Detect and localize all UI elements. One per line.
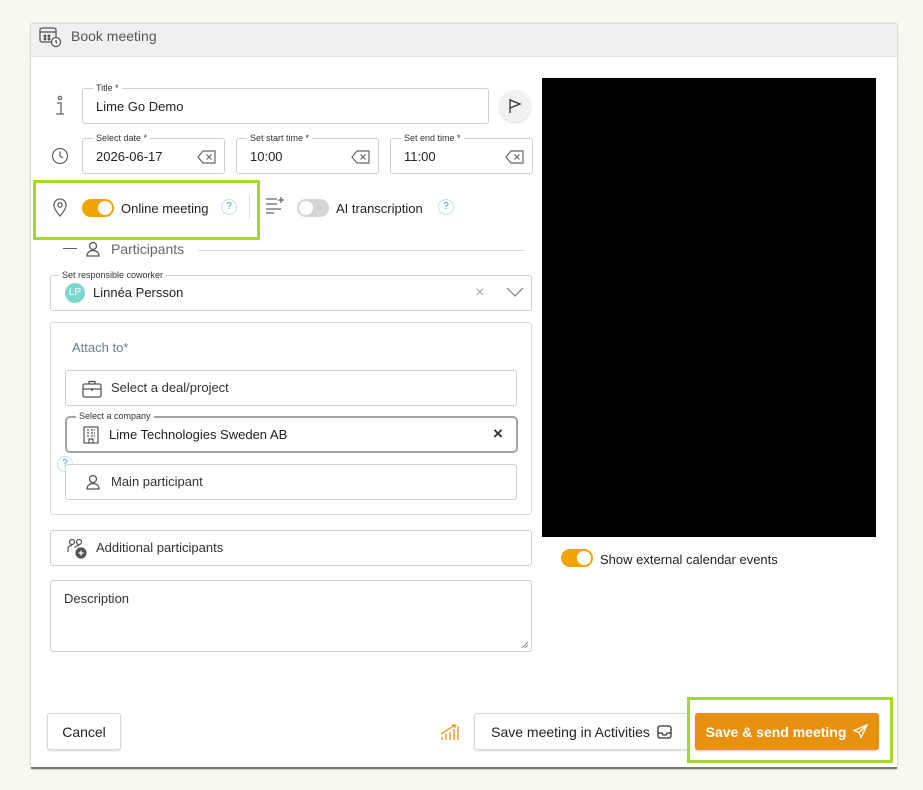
start-time-label: Set start time * bbox=[247, 132, 313, 144]
description-textarea[interactable]: Description bbox=[50, 580, 532, 652]
info-icon bbox=[56, 95, 64, 115]
coworker-field-label: Set responsible coworker bbox=[59, 269, 167, 281]
chevron-down-icon[interactable] bbox=[506, 287, 524, 297]
attach-to-title: Attach to* bbox=[72, 340, 129, 355]
resize-handle-icon[interactable] bbox=[521, 641, 529, 649]
video-preview bbox=[542, 78, 876, 537]
deal-project-placeholder: Select a deal/project bbox=[111, 380, 229, 395]
book-meeting-dialog: Book meeting Title * Lime Go Demo Select… bbox=[31, 24, 897, 769]
company-select[interactable]: Select a company Lime Technologies Swede… bbox=[65, 410, 518, 453]
date-field[interactable]: Select date * 2026-06-17 bbox=[82, 132, 225, 174]
participants-divider bbox=[198, 250, 525, 251]
date-field-value: 2026-06-17 bbox=[96, 149, 163, 164]
external-calendar-label: Show external calendar events bbox=[600, 552, 778, 567]
avatar: LP bbox=[65, 283, 85, 303]
coworker-name: Linnéa Persson bbox=[93, 285, 184, 300]
main-participant-placeholder: Main participant bbox=[111, 474, 203, 489]
online-meeting-highlight bbox=[33, 180, 260, 240]
dialog-header: Book meeting bbox=[31, 24, 897, 57]
calendar-clock-icon bbox=[39, 27, 62, 48]
date-field-label: Select date * bbox=[93, 132, 151, 144]
flag-button[interactable] bbox=[499, 90, 531, 122]
responsible-coworker-field[interactable]: Set responsible coworker LP Linnéa Perss… bbox=[50, 269, 532, 311]
background-page bbox=[0, 0, 923, 24]
ai-transcription-help-icon[interactable]: ? bbox=[438, 199, 454, 215]
end-time-label: Set end time * bbox=[401, 132, 464, 144]
flag-icon bbox=[509, 99, 522, 113]
description-placeholder: Description bbox=[64, 591, 130, 606]
ai-transcription-label: AI transcription bbox=[336, 201, 423, 216]
signal-chart-icon[interactable] bbox=[440, 722, 460, 742]
participants-section-label: Participants bbox=[111, 241, 185, 257]
company-value: Lime Technologies Sweden AB bbox=[109, 427, 288, 442]
person-icon bbox=[86, 241, 100, 257]
clear-company-icon[interactable]: × bbox=[493, 424, 503, 444]
briefcase-icon bbox=[82, 380, 102, 398]
inbox-icon bbox=[657, 724, 672, 739]
cancel-label: Cancel bbox=[62, 723, 106, 740]
end-time-field[interactable]: Set end time * 11:00 bbox=[390, 132, 533, 174]
save-in-activities-button[interactable]: Save meeting in Activities bbox=[474, 713, 689, 750]
ai-transcription-toggle[interactable] bbox=[297, 199, 329, 217]
company-field-label: Select a company bbox=[76, 410, 154, 422]
deal-project-select[interactable]: Select a deal/project bbox=[65, 370, 517, 406]
dialog-title: Book meeting bbox=[71, 28, 157, 44]
main-participant-select[interactable]: Main participant bbox=[65, 464, 517, 500]
title-field-label: Title * bbox=[93, 82, 122, 94]
title-field[interactable]: Title * Lime Go Demo bbox=[82, 82, 489, 124]
add-participants-icon bbox=[67, 538, 87, 559]
title-field-value: Lime Go Demo bbox=[96, 99, 184, 114]
clear-date-icon[interactable] bbox=[197, 150, 217, 164]
start-time-field[interactable]: Set start time * 10:00 bbox=[236, 132, 379, 174]
additional-participants-label: Additional participants bbox=[96, 540, 224, 555]
start-time-value: 10:00 bbox=[250, 149, 283, 164]
additional-participants-button[interactable]: Additional participants bbox=[50, 530, 532, 566]
save-send-highlight bbox=[687, 697, 893, 763]
clear-end-time-icon[interactable] bbox=[505, 150, 525, 164]
end-time-value: 11:00 bbox=[404, 149, 436, 164]
building-icon bbox=[83, 426, 99, 444]
clear-start-time-icon[interactable] bbox=[351, 150, 371, 164]
clock-icon bbox=[51, 147, 69, 165]
external-calendar-toggle[interactable] bbox=[561, 549, 593, 567]
save-in-activities-label: Save meeting in Activities bbox=[491, 723, 650, 740]
participants-collapse-icon[interactable]: — bbox=[63, 239, 77, 255]
person-icon bbox=[86, 474, 100, 490]
transcription-icon bbox=[266, 197, 284, 214]
cancel-button[interactable]: Cancel bbox=[47, 713, 121, 750]
clear-coworker-icon[interactable]: × bbox=[475, 284, 484, 302]
